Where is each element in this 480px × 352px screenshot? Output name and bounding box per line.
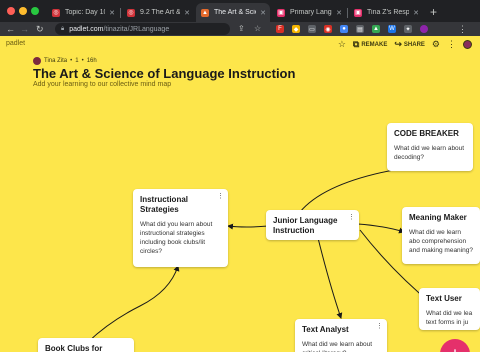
doc-icon: ▣ bbox=[354, 8, 362, 17]
minimize-window-button[interactable] bbox=[19, 7, 27, 15]
padlet-icon: ▲ bbox=[201, 8, 209, 17]
card-title: Instructional Strategies bbox=[140, 195, 189, 214]
close-icon[interactable]: ✕ bbox=[413, 9, 419, 17]
close-icon[interactable]: ✕ bbox=[260, 9, 266, 17]
address-host: padlet.com bbox=[69, 25, 104, 33]
extension-w-icon[interactable]: W bbox=[388, 25, 396, 33]
card-text-analyst[interactable]: ⋮ Text Analyst What did we learn about c… bbox=[295, 319, 387, 352]
extension-yellow-icon[interactable]: ◆ bbox=[292, 25, 300, 33]
profile-avatar[interactable] bbox=[420, 25, 428, 33]
extension-cast-icon[interactable]: ▤ bbox=[356, 25, 364, 33]
card-junior-language-instruction[interactable]: ⋮ Junior Language Instruction bbox=[266, 210, 359, 240]
padlet-board: padlet ☆ ⧉ REMAKE ↪ SHARE ⚙ ⋮ Tina Zita • … bbox=[0, 36, 480, 352]
tab-9-2-art-science[interactable]: ◎ 9.2 The Art & Sci ✕ bbox=[122, 3, 194, 22]
doc-icon: ▣ bbox=[277, 8, 285, 17]
new-tab-button[interactable]: + bbox=[430, 5, 437, 19]
card-instructional-strategies[interactable]: ⋮ Instructional Strategies What did you … bbox=[133, 189, 228, 267]
tab-label: 9.2 The Art & Sci bbox=[140, 9, 180, 16]
card-code-breaker[interactable]: CODE BREAKER What did we learn about dec… bbox=[387, 123, 473, 171]
card-title: CODE BREAKER bbox=[394, 129, 459, 138]
card-body: What did we lea text forms in ju bbox=[426, 310, 473, 326]
close-icon[interactable]: ✕ bbox=[184, 9, 190, 17]
extension-grey-icon[interactable]: ▭ bbox=[308, 25, 316, 33]
bookmark-star-icon[interactable]: ☆ bbox=[254, 23, 261, 35]
card-title: Junior Language Instruction bbox=[273, 216, 338, 235]
close-window-button[interactable] bbox=[7, 7, 15, 15]
card-menu-icon[interactable]: ⋮ bbox=[376, 322, 383, 330]
card-body: What did we learn about critical literac… bbox=[302, 341, 373, 352]
tab-primary-language[interactable]: ▣ Primary Languag ✕ bbox=[272, 3, 346, 22]
card-body: What did you learn about instructional s… bbox=[140, 221, 213, 255]
tab-label: The Art & Scien bbox=[214, 9, 256, 16]
mind-map-connectors bbox=[87, 161, 434, 343]
card-book-clubs[interactable]: Book Clubs for bbox=[38, 338, 134, 352]
tab-art-science-active[interactable]: ▲ The Art & Scien ✕ bbox=[196, 3, 270, 22]
extension-shield-icon[interactable]: ◉ bbox=[324, 25, 332, 33]
close-icon[interactable]: ✕ bbox=[336, 9, 342, 17]
tab-topic-day-10[interactable]: ◎ Topic: Day 10 - C ✕ bbox=[47, 3, 119, 22]
tab-label: Tina Z's Respon bbox=[367, 9, 410, 16]
extensions-puzzle-icon[interactable]: ✦ bbox=[404, 25, 412, 33]
link-to-code-breaker bbox=[299, 161, 434, 213]
extension-red-icon[interactable]: F bbox=[276, 25, 284, 33]
card-title: Meaning Maker bbox=[409, 213, 467, 222]
zoom-window-button[interactable] bbox=[31, 7, 39, 15]
target-icon: ◎ bbox=[127, 8, 135, 17]
target-icon: ◎ bbox=[52, 8, 60, 17]
link-to-text-analyst bbox=[317, 237, 343, 319]
link-to-book-clubs bbox=[87, 265, 180, 343]
card-menu-icon[interactable]: ⋮ bbox=[217, 192, 224, 200]
address-bar[interactable]: 🔒︎ padlet.com /tinazita/JRLanguage bbox=[55, 23, 230, 35]
link-to-meaning-maker bbox=[357, 223, 405, 234]
tab-label: Primary Languag bbox=[290, 9, 332, 16]
address-path: /tinazita/JRLanguage bbox=[103, 25, 170, 33]
back-arrow-icon[interactable]: ← bbox=[6, 23, 15, 35]
plus-icon: + bbox=[450, 344, 461, 352]
card-text-user[interactable]: Text User What did we lea text forms in … bbox=[419, 288, 480, 330]
tab-label: Topic: Day 10 - C bbox=[65, 9, 105, 16]
lock-icon: 🔒︎ bbox=[61, 25, 65, 32]
card-title: Text User bbox=[426, 294, 462, 303]
reload-icon[interactable]: ↻ bbox=[36, 23, 44, 35]
card-body: What did we learn abo comprehension and … bbox=[409, 229, 473, 254]
link-to-instructional-strategies bbox=[227, 223, 269, 230]
card-title: Text Analyst bbox=[302, 325, 349, 334]
extension-blue-icon[interactable]: ● bbox=[340, 25, 348, 33]
browser-menu-icon[interactable]: ⋮ bbox=[458, 23, 467, 35]
card-menu-icon[interactable]: ⋮ bbox=[348, 213, 355, 221]
close-icon[interactable]: ✕ bbox=[109, 9, 115, 17]
card-body: What did we learn about decoding? bbox=[394, 145, 465, 161]
card-meaning-maker[interactable]: Meaning Maker What did we learn abo comp… bbox=[402, 207, 480, 264]
card-title: Book Clubs for bbox=[45, 344, 103, 352]
forward-arrow-icon[interactable]: → bbox=[20, 23, 29, 35]
share-page-icon[interactable]: ⇪ bbox=[238, 23, 245, 35]
tab-tina-response[interactable]: ▣ Tina Z's Respon ✕ bbox=[349, 3, 423, 22]
browser-tab-strip: ◎ Topic: Day 10 - C ✕ ◎ 9.2 The Art & Sc… bbox=[0, 0, 480, 22]
browser-toolbar: ← → ↻ 🔒︎ padlet.com /tinazita/JRLanguage… bbox=[0, 22, 480, 36]
extension-green-icon[interactable]: ▲ bbox=[372, 25, 380, 33]
